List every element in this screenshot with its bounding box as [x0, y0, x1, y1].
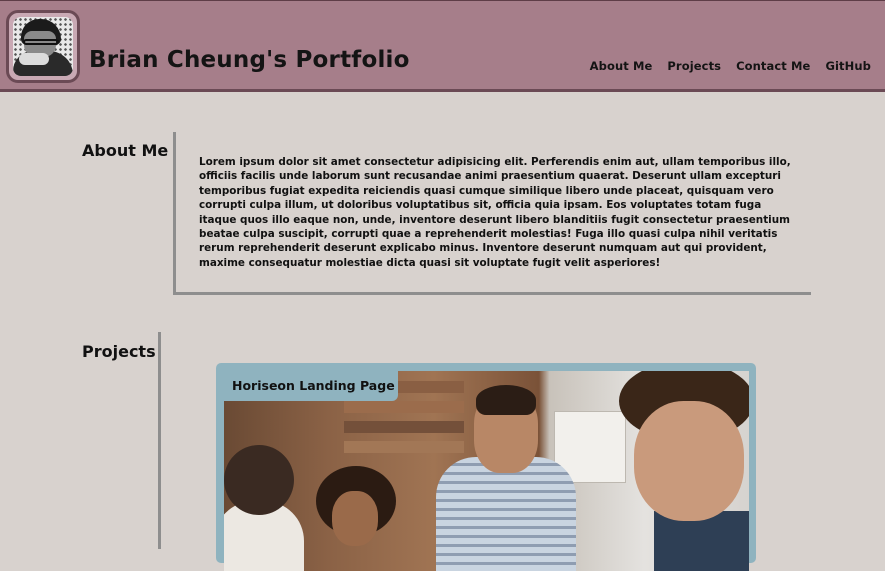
site-header: Brian Cheung's Portfolio About Me Projec…	[0, 0, 885, 92]
project-card[interactable]: Horiseon Landing Page	[216, 363, 756, 571]
nav-link-github[interactable]: GitHub	[825, 59, 871, 73]
profile-photo-icon	[13, 17, 73, 76]
projects-heading: Projects	[82, 342, 156, 361]
main-nav: About Me Projects Contact Me GitHub	[590, 59, 871, 73]
nav-link-contact-me[interactable]: Contact Me	[736, 59, 810, 73]
section-divider	[158, 332, 161, 549]
nav-link-about-me[interactable]: About Me	[590, 59, 653, 73]
project-image[interactable]	[224, 371, 749, 571]
project-label[interactable]: Horiseon Landing Page	[224, 371, 398, 401]
avatar	[6, 10, 80, 83]
project-title[interactable]: Horiseon Landing Page	[232, 378, 395, 393]
site-title: Brian Cheung's Portfolio	[89, 47, 410, 73]
about-text: Lorem ipsum dolor sit amet consectetur a…	[199, 156, 791, 269]
about-heading: About Me	[82, 141, 169, 160]
nav-link-projects[interactable]: Projects	[667, 59, 721, 73]
